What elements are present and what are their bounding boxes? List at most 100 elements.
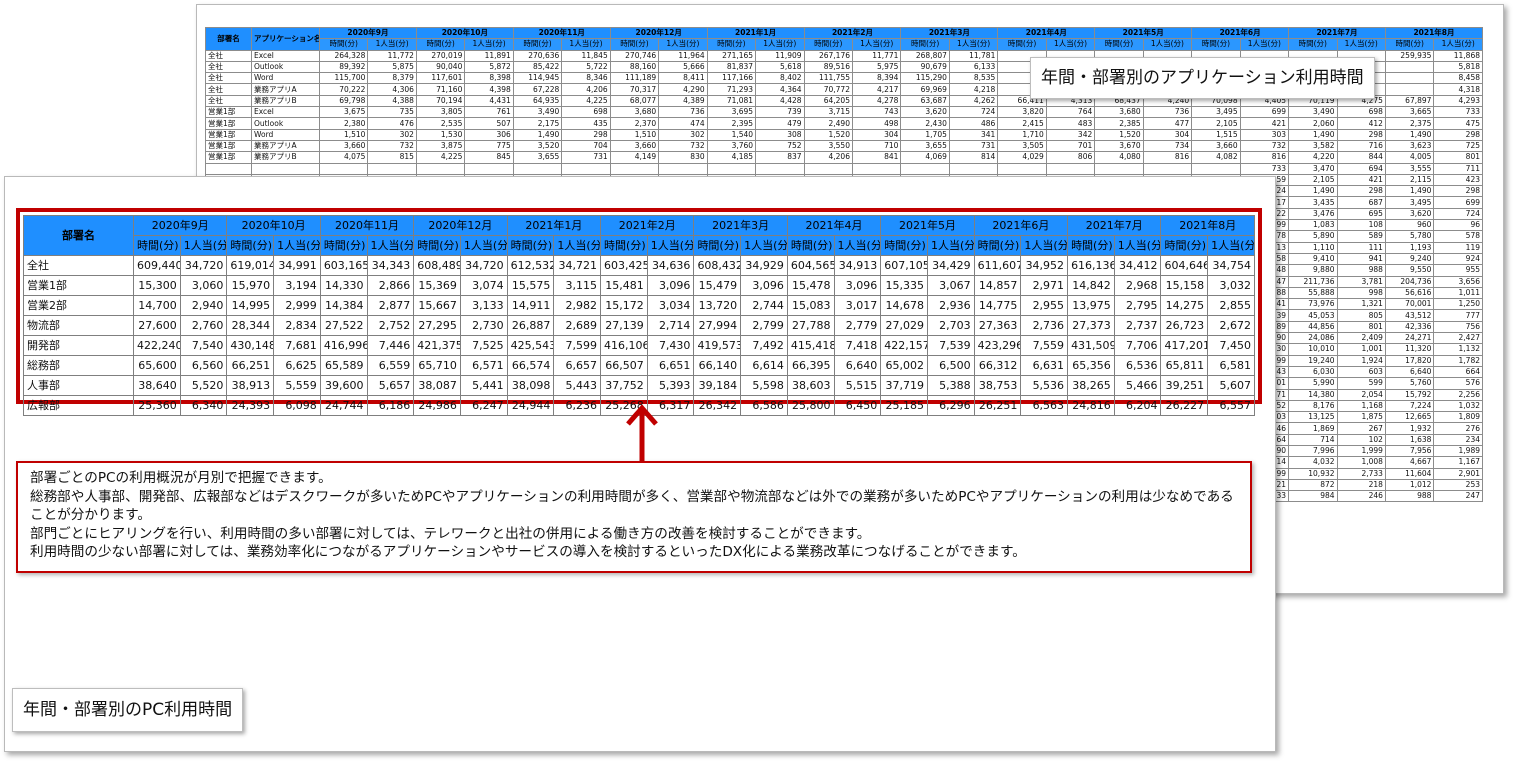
- value-cell: 15,575: [506, 275, 555, 296]
- value-cell: 1,515: [1191, 128, 1241, 141]
- value-cell: 2,703: [926, 315, 975, 336]
- value-cell: 90,679: [900, 60, 950, 74]
- table-row: 営業1部 Word 1,510 302 1,530 306 1,490 298 1,510 302…: [205, 128, 1483, 141]
- value-cell: 731: [948, 139, 999, 153]
- value-cell: 65,600: [133, 355, 181, 376]
- value-cell: 56,616: [1384, 286, 1435, 300]
- value-cell: 3,670: [1094, 139, 1144, 153]
- table-row: 733 3,470 694 3,555 711: [205, 162, 1483, 175]
- value-cell: 6,586: [740, 395, 788, 416]
- value-cell: 7,492: [740, 335, 788, 356]
- value-cell: 298: [1336, 128, 1386, 141]
- per-person-subheader: 1人当(分): [658, 38, 708, 51]
- value-cell: 14,384: [319, 295, 368, 316]
- value-cell: 34,636: [646, 255, 695, 276]
- value-cell: [1142, 162, 1193, 175]
- value-cell: 1,032: [1433, 399, 1483, 413]
- value-cell: 4,029: [997, 151, 1047, 164]
- value-cell: 1,782: [1433, 354, 1483, 367]
- value-cell: 416,996: [319, 335, 368, 356]
- dept-cell: 全社: [205, 83, 252, 96]
- value-cell: [415, 162, 466, 175]
- value-cell: [1384, 83, 1435, 96]
- value-cell: 24,944: [506, 395, 555, 416]
- dept-cell: 営業1部: [205, 128, 252, 141]
- value-cell: 3,582: [1288, 139, 1338, 153]
- value-cell: [706, 162, 757, 175]
- value-cell: 9,410: [1288, 252, 1338, 266]
- value-cell: 8,394: [851, 72, 902, 85]
- value-cell: 7,996: [1288, 444, 1338, 458]
- time-subheader: 時間(分): [1191, 38, 1241, 51]
- value-cell: 70,317: [609, 83, 660, 96]
- app-cell: 業務アプリA: [251, 139, 320, 153]
- value-cell: 725: [1433, 139, 1483, 153]
- app-cell: 業務アプリA: [251, 83, 320, 96]
- value-cell: 119: [1433, 241, 1483, 254]
- time-subheader: 時間(分): [1160, 235, 1209, 256]
- value-cell: 27,139: [600, 315, 648, 336]
- value-cell: 15,479: [693, 275, 742, 296]
- value-cell: 4,388: [367, 94, 417, 108]
- value-cell: 65,356: [1067, 355, 1115, 376]
- value-cell: 2,736: [1020, 315, 1069, 336]
- value-cell: 302: [367, 128, 417, 141]
- value-cell: 14,995: [226, 295, 275, 316]
- value-cell: 5,388: [926, 375, 975, 396]
- value-cell: 2,744: [740, 295, 788, 316]
- value-cell: [755, 162, 805, 175]
- value-cell: 4,149: [609, 151, 660, 164]
- value-cell: 1,168: [1336, 399, 1386, 413]
- value-cell: 5,441: [459, 375, 508, 396]
- value-cell: 14,275: [1160, 295, 1209, 316]
- value-cell: 218: [1336, 478, 1386, 492]
- value-cell: 2,733: [1336, 467, 1386, 480]
- value-cell: 845: [464, 151, 514, 164]
- value-cell: 1,001: [1336, 343, 1386, 356]
- value-cell: [367, 162, 417, 175]
- value-cell: 711: [1433, 162, 1483, 175]
- value-cell: 39,184: [693, 375, 742, 396]
- value-cell: 11,891: [464, 49, 514, 62]
- value-cell: 6,631: [1020, 355, 1069, 376]
- value-cell: 13,720: [693, 295, 742, 316]
- value-cell: 694: [1336, 162, 1386, 175]
- value-cell: 3,060: [179, 275, 228, 296]
- value-cell: 695: [1336, 207, 1386, 221]
- value-cell: 34,913: [833, 255, 882, 276]
- value-cell: 743: [851, 106, 902, 119]
- value-cell: 815: [367, 151, 417, 164]
- value-cell: 6,651: [646, 355, 695, 376]
- value-cell: 2,175: [512, 117, 563, 130]
- value-cell: 234: [1433, 433, 1483, 446]
- dept-cell: 人事部: [23, 375, 134, 396]
- app-cell: Outlook: [251, 117, 320, 130]
- value-cell: 303: [1239, 128, 1290, 141]
- value-cell: 710: [851, 139, 902, 153]
- value-cell: 736: [658, 106, 708, 119]
- value-cell: 34,412: [1113, 255, 1162, 276]
- value-cell: 38,087: [413, 375, 461, 396]
- value-cell: 5,990: [1288, 377, 1338, 390]
- value-cell: 5,872: [464, 60, 514, 74]
- value-cell: 1,989: [1433, 444, 1483, 458]
- dept-cell: 全社: [205, 72, 252, 85]
- value-cell: 8,402: [755, 72, 805, 85]
- value-cell: 1,924: [1336, 354, 1386, 367]
- value-cell: 3,660: [609, 139, 660, 153]
- value-cell: 27,363: [973, 315, 1022, 336]
- value-cell: 599: [1336, 377, 1386, 390]
- value-cell: 14,857: [973, 275, 1022, 296]
- value-cell: [658, 162, 708, 175]
- app-cell: 業務アプリB: [251, 151, 320, 164]
- value-cell: 71,293: [706, 83, 757, 96]
- value-cell: 9,240: [1384, 252, 1435, 266]
- value-cell: 342: [1045, 128, 1096, 141]
- value-cell: 270,746: [609, 49, 660, 62]
- value-cell: 66,251: [226, 355, 275, 376]
- value-cell: 38,640: [133, 375, 181, 396]
- value-cell: 837: [755, 151, 805, 164]
- month-header: 2021年3月: [693, 215, 788, 236]
- value-cell: 6,030: [1288, 365, 1338, 379]
- value-cell: 4,290: [658, 83, 708, 96]
